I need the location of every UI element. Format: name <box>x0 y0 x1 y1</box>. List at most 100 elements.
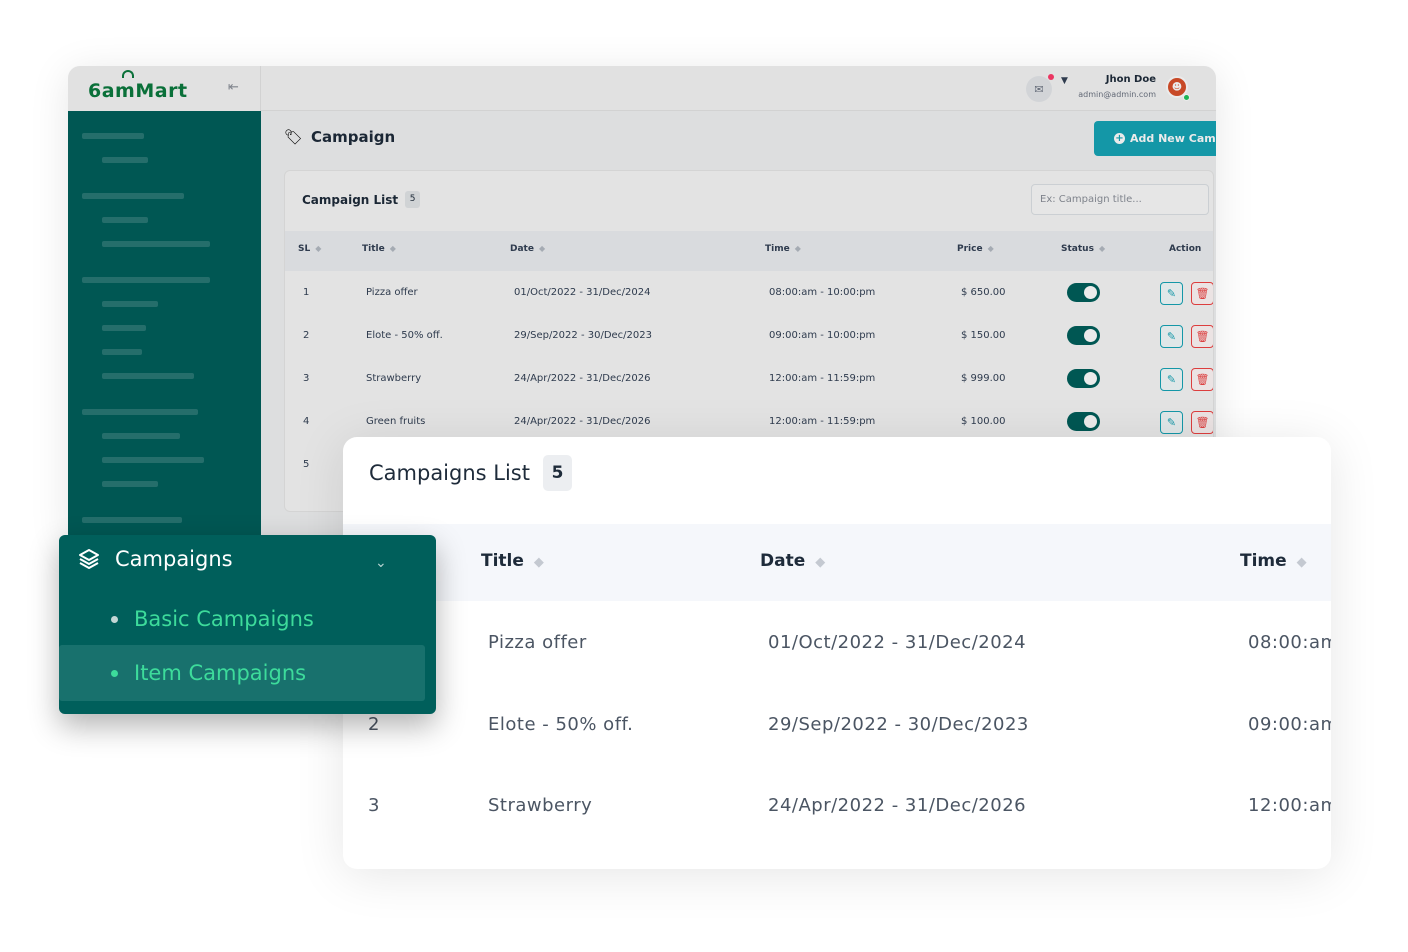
status-toggle[interactable] <box>1067 283 1100 302</box>
table-header: Title ◆ Date ◆ Time ◆ <box>343 524 1331 601</box>
row-time: 12:00:am - 11:59:pm <box>769 416 876 427</box>
campaign-count-badge: 5 <box>405 191 421 208</box>
sort-icon[interactable]: ◆ <box>795 244 801 253</box>
sidebar <box>68 111 261 546</box>
row-sl: 3 <box>303 373 310 384</box>
column-header-sl[interactable]: SL ◆ <box>298 244 321 254</box>
row-title: Strawberry <box>366 373 422 384</box>
add-new-campaign-label: Add New Camp <box>1130 132 1216 145</box>
table-row[interactable]: 1 Pizza offer 01/Oct/2022 - 31/Dec/2024 … <box>285 271 1213 314</box>
add-new-campaign-button[interactable]: + Add New Camp <box>1094 121 1216 156</box>
campaign-icon: 🏷 <box>284 128 304 146</box>
sidebar-placeholder <box>82 517 182 523</box>
menu-item-item-campaigns[interactable]: Item Campaigns <box>59 645 425 701</box>
row-title: Pizza offer <box>366 287 418 298</box>
row-time: 12:00:am - 11:59:pm <box>769 373 876 384</box>
campaign-list-title: Campaign List <box>302 192 399 207</box>
collapse-icon[interactable]: ⇤ <box>228 80 239 95</box>
campaigns-list-title: Campaigns List <box>369 461 530 485</box>
caret-down-icon[interactable]: ▼ <box>1061 76 1068 86</box>
row-price: $ 650.00 <box>961 287 1006 298</box>
bullet-icon <box>111 669 118 677</box>
sort-icon[interactable]: ◆ <box>315 244 321 253</box>
column-header-time[interactable]: Time ◆ <box>765 244 801 254</box>
sidebar-placeholder <box>82 277 210 283</box>
column-header-price[interactable]: Price ◆ <box>957 244 994 254</box>
row-title: Pizza offer <box>488 632 587 653</box>
pencil-icon[interactable]: ✎ <box>1160 325 1183 348</box>
column-header-status[interactable]: Status ◆ <box>1061 244 1105 254</box>
column-header-date[interactable]: Date ◆ <box>760 551 825 571</box>
row-date: 01/Oct/2022 - 31/Dec/2024 <box>768 632 1027 653</box>
page-title: Campaign <box>311 128 396 146</box>
sidebar-placeholder <box>82 133 144 139</box>
campaign-list-header: Campaign List 5 <box>302 191 421 208</box>
row-date: 01/Oct/2022 - 31/Dec/2024 <box>514 287 651 298</box>
trash-icon[interactable]: 🗑 <box>1191 411 1213 434</box>
chevron-down-icon[interactable]: ⌄ <box>375 555 387 571</box>
layers-icon <box>79 549 99 569</box>
user-email: admin@admin.com <box>1078 90 1156 99</box>
sidebar-placeholder <box>102 349 142 355</box>
trash-icon[interactable]: 🗑 <box>1191 282 1213 305</box>
column-header-date[interactable]: Date ◆ <box>510 244 545 254</box>
table-row[interactable]: 2 Elote - 50% off. 29/Sep/2022 - 30/Dec/… <box>285 314 1213 357</box>
sidebar-placeholder <box>102 157 148 163</box>
row-date: 24/Apr/2022 - 31/Dec/2026 <box>768 795 1027 816</box>
sort-icon[interactable]: ◆ <box>390 244 396 253</box>
sort-icon[interactable]: ◆ <box>539 244 545 253</box>
campaigns-list-card: Campaigns List 5 Title ◆ Date ◆ Time ◆ Pizz… <box>343 437 1331 869</box>
row-title: Green fruits <box>366 416 426 427</box>
top-bar: ✉ ▼ Jhon Doe admin@admin.com ☻ <box>261 66 1216 111</box>
sort-icon[interactable]: ◆ <box>815 555 825 570</box>
table-row[interactable]: 3 Strawberry 24/Apr/2022 - 31/Dec/2026 1… <box>285 357 1213 400</box>
table-header: SL ◆ Title ◆ Date ◆ Time ◆ Price ◆ Status ◆ Ac… <box>285 231 1213 271</box>
sort-icon[interactable]: ◆ <box>1297 555 1307 570</box>
row-time: 08:00:am - 10:00:pm <box>769 287 876 298</box>
pencil-icon[interactable]: ✎ <box>1160 368 1183 391</box>
row-time: 09:00:am <box>1248 714 1331 735</box>
stage: 6amMart ⇤ ✉ ▼ Jhon Doe admin@admin.com ☻… <box>0 0 1408 952</box>
sort-icon[interactable]: ◆ <box>534 555 544 570</box>
pencil-icon[interactable]: ✎ <box>1160 282 1183 305</box>
row-date: 24/Apr/2022 - 31/Dec/2026 <box>514 373 651 384</box>
row-date: 24/Apr/2022 - 31/Dec/2026 <box>514 416 651 427</box>
sort-icon[interactable]: ◆ <box>1099 244 1105 253</box>
sidebar-placeholder <box>102 457 204 463</box>
row-price: $ 150.00 <box>961 330 1006 341</box>
brand-logo[interactable]: 6amMart <box>88 80 188 102</box>
status-toggle[interactable] <box>1067 412 1100 431</box>
sidebar-placeholder <box>82 409 198 415</box>
online-status-dot <box>1183 94 1190 101</box>
row-sl: 3 <box>368 795 380 816</box>
sidebar-placeholder <box>102 301 158 307</box>
campaigns-count-badge: 5 <box>543 455 572 491</box>
column-header-time[interactable]: Time ◆ <box>1240 551 1307 571</box>
search-input[interactable]: Ex: Campaign title... <box>1031 184 1209 215</box>
column-header-action: Action <box>1169 244 1202 254</box>
row-title: Elote - 50% off. <box>488 714 634 735</box>
campaigns-menu-toggle[interactable]: Campaigns <box>77 547 233 571</box>
row-title: Elote - 50% off. <box>366 330 443 341</box>
menu-item-basic-campaigns[interactable]: Basic Campaigns <box>59 591 425 647</box>
pencil-icon[interactable]: ✎ <box>1160 411 1183 434</box>
trash-icon[interactable]: 🗑 <box>1191 368 1213 391</box>
column-header-title[interactable]: Title ◆ <box>481 551 544 571</box>
status-toggle[interactable] <box>1067 369 1100 388</box>
sort-icon[interactable]: ◆ <box>988 244 994 253</box>
column-header-title[interactable]: Title ◆ <box>362 244 396 254</box>
row-sl: 2 <box>303 330 310 341</box>
row-time: 08:00:am <box>1248 632 1331 653</box>
mail-icon[interactable]: ✉ <box>1026 76 1052 102</box>
user-name[interactable]: Jhon Doe <box>1106 74 1156 85</box>
menu-item-label: Item Campaigns <box>134 661 307 685</box>
trash-icon[interactable]: 🗑 <box>1191 325 1213 348</box>
bullet-icon <box>111 615 118 623</box>
row-date: 29/Sep/2022 - 30/Dec/2023 <box>768 714 1029 735</box>
status-toggle[interactable] <box>1067 326 1100 345</box>
logo-bag-icon <box>122 70 134 78</box>
sidebar-placeholder <box>82 193 184 199</box>
campaigns-menu-label: Campaigns <box>115 547 233 571</box>
campaigns-list-header: Campaigns List 5 <box>369 455 572 491</box>
menu-item-label: Basic Campaigns <box>134 607 314 631</box>
